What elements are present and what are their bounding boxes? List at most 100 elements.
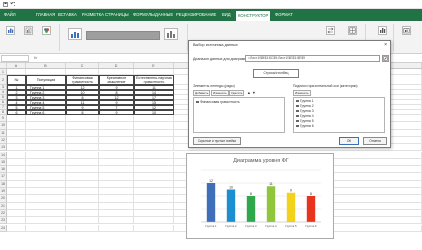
cell[interactable] <box>7 209 26 218</box>
save-icon[interactable] <box>3 2 8 7</box>
cell[interactable] <box>134 188 174 196</box>
row-header[interactable]: 17 <box>0 173 7 181</box>
cell[interactable] <box>26 129 66 137</box>
switch-row-column-dialog-button[interactable]: Строка/столбец <box>253 69 299 78</box>
row-header[interactable]: 9 <box>0 115 7 123</box>
cell[interactable] <box>134 217 174 225</box>
row-header[interactable]: 24 <box>0 224 7 232</box>
cell[interactable] <box>26 173 66 181</box>
row-header[interactable]: 19 <box>0 188 7 196</box>
legend-item[interactable]: Финансовая грамотность <box>196 100 240 104</box>
cell[interactable] <box>99 180 134 188</box>
cell[interactable] <box>66 180 99 188</box>
cell[interactable] <box>7 122 26 130</box>
cell[interactable] <box>134 173 174 181</box>
cell[interactable] <box>7 129 26 137</box>
cell[interactable] <box>7 151 26 159</box>
cell[interactable] <box>99 158 134 167</box>
cell[interactable] <box>66 209 99 218</box>
change-colors-button[interactable] <box>42 26 51 35</box>
undo-icon[interactable] <box>10 1 16 7</box>
chart-area[interactable]: Диаграмма уровня ФГ 12 Группа 1 10 Группа 2… <box>186 153 334 239</box>
cell[interactable] <box>66 195 99 203</box>
cell[interactable] <box>66 217 99 225</box>
axis-item[interactable]: Группа 5 <box>296 119 314 123</box>
tab-chart-format[interactable]: ФОРМАТ <box>275 12 293 18</box>
table-cell[interactable]: 9 <box>99 110 134 115</box>
table-cell[interactable]: 10 <box>134 110 174 115</box>
row-header[interactable]: 18 <box>0 180 7 188</box>
table-header-cell[interactable]: Финансовая грамотность <box>66 75 99 85</box>
cell[interactable] <box>66 166 99 174</box>
row-header[interactable]: 11 <box>0 129 7 137</box>
move-up-icon[interactable]: ▲ <box>247 91 251 95</box>
bar[interactable] <box>266 186 276 222</box>
cell[interactable] <box>7 136 26 145</box>
cell[interactable] <box>134 115 174 123</box>
move-down-icon[interactable]: ▼ <box>252 91 256 95</box>
axis-item[interactable]: Группа 2 <box>296 104 314 108</box>
cell[interactable] <box>134 224 174 232</box>
cell[interactable] <box>134 144 174 152</box>
table-header-cell[interactable]: Креативное мышление <box>99 75 134 85</box>
add-series-button[interactable]: Добавить <box>193 90 211 96</box>
row-header[interactable]: 13 <box>0 144 7 152</box>
row-header[interactable]: 21 <box>0 202 7 210</box>
cell[interactable] <box>26 180 66 188</box>
cell[interactable] <box>134 158 174 167</box>
cell[interactable] <box>99 122 134 130</box>
cell[interactable] <box>26 115 66 123</box>
cell[interactable] <box>66 188 99 196</box>
cell[interactable] <box>66 144 99 152</box>
cell[interactable] <box>66 136 99 145</box>
tab-chart-design[interactable]: КОНСТРУКТОР <box>236 11 271 21</box>
cell[interactable] <box>66 202 99 210</box>
cell[interactable] <box>99 202 134 210</box>
cell[interactable] <box>134 129 174 137</box>
hidden-empty-cells-button[interactable]: Скрытые и пустые ячейки <box>193 137 241 145</box>
checkbox[interactable] <box>296 124 299 128</box>
cell[interactable] <box>26 158 66 167</box>
cell[interactable] <box>66 129 99 137</box>
table-cell[interactable]: 8 <box>66 110 99 115</box>
tab-formulas[interactable]: ФОРМУЛЫ <box>133 12 155 18</box>
checkbox[interactable] <box>296 119 299 123</box>
row-header[interactable]: 15 <box>0 158 7 167</box>
legend-entries-list[interactable]: Финансовая грамотность <box>193 97 285 133</box>
row-header[interactable]: 14 <box>0 151 7 159</box>
chart-plot[interactable]: 12 Группа 1 10 Группа 2 8 Группа 3 11 Группа 4 9… <box>187 166 335 238</box>
cell[interactable] <box>134 209 174 218</box>
cell[interactable] <box>66 122 99 130</box>
row-header[interactable]: 10 <box>0 122 7 130</box>
row-header[interactable]: 16 <box>0 166 7 174</box>
cell[interactable] <box>134 136 174 145</box>
data-range-input[interactable]: =Лист1!$B$3:$C$9;Лист1!$E$3:$E$9 <box>245 55 380 62</box>
cell[interactable] <box>26 151 66 159</box>
cell[interactable] <box>7 195 26 203</box>
cell[interactable] <box>7 202 26 210</box>
cell[interactable] <box>26 122 66 130</box>
cell[interactable] <box>7 158 26 167</box>
cell[interactable] <box>26 209 66 218</box>
axis-item[interactable]: Группа 3 <box>296 109 314 113</box>
cell[interactable] <box>66 115 99 123</box>
checkbox[interactable] <box>296 104 299 108</box>
row-header[interactable]: 22 <box>0 209 7 218</box>
cell[interactable] <box>99 195 134 203</box>
cell[interactable] <box>99 209 134 218</box>
quick-layout-button[interactable] <box>24 26 33 35</box>
cell[interactable] <box>99 188 134 196</box>
cell[interactable] <box>99 224 134 232</box>
cell[interactable] <box>134 122 174 130</box>
row-header[interactable]: 2 <box>0 75 7 85</box>
cell[interactable] <box>134 166 174 174</box>
row-header[interactable]: 20 <box>0 195 7 203</box>
cell[interactable] <box>99 151 134 159</box>
cell[interactable] <box>99 136 134 145</box>
range-picker-icon[interactable] <box>382 55 389 62</box>
tab-file[interactable]: ФАЙЛ <box>4 12 16 18</box>
cell[interactable] <box>134 195 174 203</box>
edit-series-button[interactable]: Изменить <box>211 90 229 96</box>
cell[interactable] <box>66 173 99 181</box>
axis-item[interactable]: Группа 6 <box>296 124 314 128</box>
